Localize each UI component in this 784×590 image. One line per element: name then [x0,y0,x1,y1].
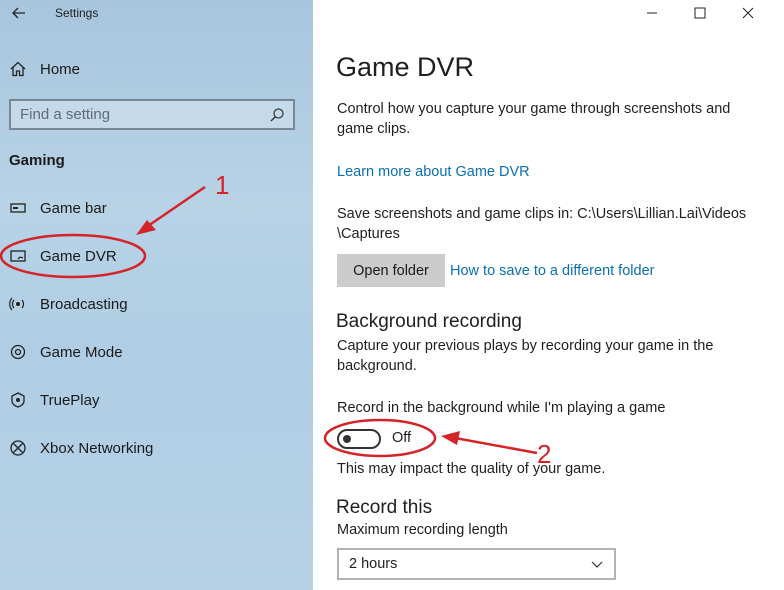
toggle-knob [343,435,351,443]
page-description: Control how you capture your game throug… [337,101,731,137]
background-recording-description: Capture your previous plays by recording… [337,338,714,374]
close-button[interactable] [725,0,771,26]
learn-more-link[interactable]: Learn more about Game DVR [337,164,530,180]
xbox-icon [9,439,27,457]
annotation-number-2: 2 [537,439,552,469]
sidebar-item-label: Xbox Networking [40,439,154,457]
trueplay-icon [9,391,27,409]
sidebar-item-game-dvr[interactable]: Game DVR [9,242,299,270]
max-recording-length-dropdown[interactable]: 2 hours [337,548,616,580]
close-icon [742,7,754,19]
minimize-icon [647,12,657,14]
quality-impact-note: This may impact the quality of your game… [337,461,606,477]
section-title-gaming: Gaming [9,152,65,169]
sidebar-item-label: Game Mode [40,343,123,361]
main-pane: Game DVR Control how you capture your ga… [313,0,784,590]
open-folder-button[interactable]: Open folder [337,254,445,287]
app-title: Settings [55,6,99,20]
toggle-state-text: Off [392,430,412,446]
page-title: Game DVR [336,52,475,82]
record-background-toggle[interactable] [337,429,381,449]
sidebar-item-label: Broadcasting [40,295,128,313]
broadcasting-icon [9,295,27,313]
search-box[interactable] [9,99,295,130]
title-bar: Settings [0,0,313,28]
game-mode-icon [9,343,27,361]
sidebar-item-label: Game bar [40,199,107,217]
home-icon [10,61,26,77]
max-recording-length-label: Maximum recording length [337,522,508,538]
sidebar-item-label: TruePlay [40,391,100,409]
search-input[interactable] [11,100,269,129]
maximize-button[interactable] [677,0,723,26]
home-label: Home [40,60,81,78]
sidebar-item-game-bar[interactable]: Game bar [9,194,299,222]
record-this-heading: Record this [336,497,433,518]
how-to-save-link[interactable]: How to save to a different folder [450,263,654,279]
game-bar-icon [9,199,27,217]
sidebar-item-trueplay[interactable]: TruePlay [9,386,299,414]
sidebar-item-label: Game DVR [40,247,117,265]
sidebar-item-game-mode[interactable]: Game Mode [9,338,299,366]
sidebar: Settings Home Gaming Game bar Game DVR B… [0,0,313,590]
home-nav-item[interactable]: Home [9,56,299,82]
chevron-down-icon [591,561,603,568]
minimize-button[interactable] [629,0,675,26]
sidebar-item-xbox-networking[interactable]: Xbox Networking [9,434,299,462]
search-icon[interactable] [269,107,285,123]
record-background-label: Record in the background while I'm playi… [337,400,666,416]
game-dvr-icon [9,247,27,265]
back-button[interactable] [10,4,28,22]
back-arrow-icon [12,7,25,19]
sidebar-item-broadcasting[interactable]: Broadcasting [9,290,299,318]
maximize-icon [694,7,706,19]
background-recording-heading: Background recording [336,311,522,332]
annotation-number-1: 1 [215,170,230,200]
save-location-text: Save screenshots and game clips in: C:\U… [337,206,747,242]
dropdown-value: 2 hours [349,556,398,572]
